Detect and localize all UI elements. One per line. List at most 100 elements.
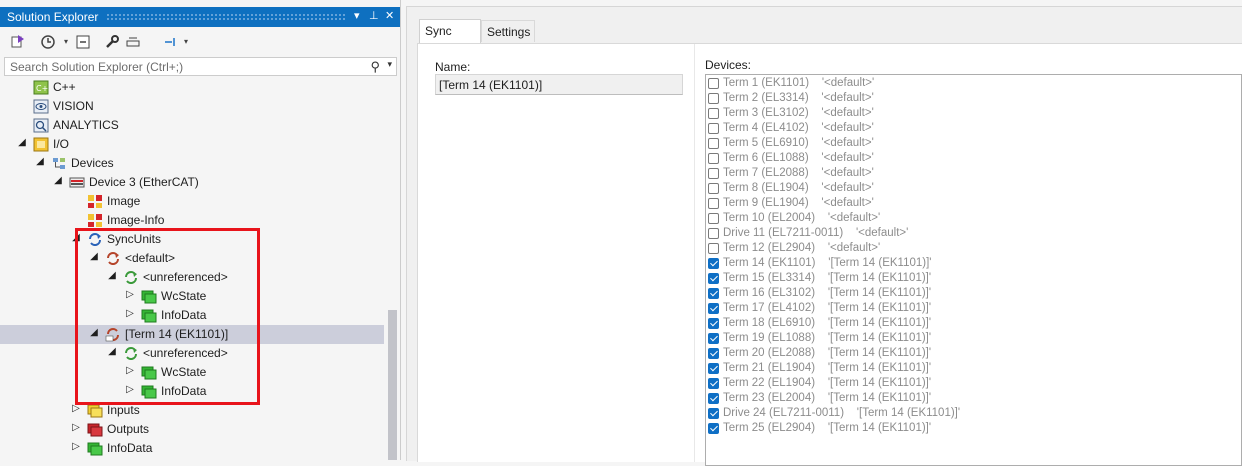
expand-arrow-icon[interactable]: ▷ bbox=[124, 365, 136, 376]
tree-node[interactable]: ◢ <default> bbox=[0, 249, 384, 268]
tree-node[interactable]: ▷ InfoData bbox=[0, 306, 384, 325]
variable-group-icon bbox=[141, 289, 157, 304]
device-checkbox[interactable] bbox=[708, 138, 719, 149]
filter-dropdown-icon[interactable]: ▾ bbox=[178, 34, 194, 50]
tree-node[interactable]: ▷ WcState bbox=[0, 363, 384, 382]
expand-arrow-icon[interactable]: ▷ bbox=[70, 422, 82, 433]
device-checkbox[interactable] bbox=[708, 423, 719, 434]
device-label: Term 6 (EL1088) '<default>' bbox=[723, 152, 874, 164]
tree-node[interactable]: ◢ [Term 14 (EK1101)] bbox=[0, 325, 384, 344]
tree-node[interactable]: Image-Info bbox=[0, 211, 384, 230]
tree-node[interactable]: C+ C++ bbox=[0, 78, 384, 97]
tab-settings[interactable]: Settings bbox=[481, 20, 535, 42]
device-label: Term 4 (EL4102) '<default>' bbox=[723, 122, 874, 134]
variable-group-icon bbox=[141, 308, 157, 323]
properties-wrench-icon[interactable] bbox=[104, 34, 120, 50]
device-label: Term 22 (EL1904) '[Term 14 (EK1101)]' bbox=[723, 377, 932, 389]
variable-group-icon bbox=[141, 365, 157, 380]
tree-node-label: Outputs bbox=[107, 422, 150, 436]
history-icon[interactable] bbox=[40, 34, 56, 50]
device-checkbox[interactable] bbox=[708, 303, 719, 314]
tree-scrollbar[interactable] bbox=[386, 78, 400, 460]
tree-node[interactable]: ▷ Outputs bbox=[0, 420, 384, 439]
device-checkbox[interactable] bbox=[708, 168, 719, 179]
expand-arrow-icon[interactable]: ▷ bbox=[124, 384, 136, 395]
collapse-arrow-icon[interactable]: ◢ bbox=[70, 232, 82, 243]
tree-node[interactable]: ◢ Devices bbox=[0, 154, 384, 173]
window-position-dropdown-icon[interactable]: ▾ bbox=[354, 9, 360, 22]
pending-changes-filter-icon[interactable] bbox=[162, 34, 178, 50]
device-checkbox[interactable] bbox=[708, 213, 719, 224]
expand-arrow-icon[interactable]: ▷ bbox=[70, 403, 82, 414]
tree-node[interactable]: ▷ WcState bbox=[0, 287, 384, 306]
device-checkbox[interactable] bbox=[708, 108, 719, 119]
device-checkbox[interactable] bbox=[708, 348, 719, 359]
tree-node[interactable]: ▷ InfoData bbox=[0, 382, 384, 401]
io-icon bbox=[33, 137, 49, 152]
collapse-arrow-icon[interactable]: ◢ bbox=[106, 346, 118, 357]
title-grip[interactable] bbox=[106, 13, 346, 21]
history-dropdown-icon[interactable]: ▾ bbox=[58, 34, 74, 50]
device-checkbox[interactable] bbox=[708, 153, 719, 164]
search-options-dropdown-icon[interactable]: ▾ bbox=[387, 59, 392, 70]
collapse-arrow-icon[interactable]: ◢ bbox=[16, 137, 28, 148]
tree-node[interactable]: ◢ SyncUnits bbox=[0, 230, 384, 249]
device-checkbox[interactable] bbox=[708, 378, 719, 389]
device-checkbox[interactable] bbox=[708, 198, 719, 209]
device-label: Term 3 (EL3102) '<default>' bbox=[723, 107, 874, 119]
device-checkbox[interactable] bbox=[708, 393, 719, 404]
name-value: [Term 14 (EK1101)] bbox=[439, 78, 543, 92]
scrollbar-thumb[interactable] bbox=[388, 310, 397, 460]
tree-node[interactable]: ▷ InfoData bbox=[0, 439, 384, 458]
tab-sync-unit[interactable]: Sync Unit bbox=[419, 19, 481, 60]
pin-icon[interactable]: ⊥ bbox=[369, 9, 379, 22]
devices-list[interactable]: Term 1 (EK1101) '<default>' Term 2 (EL331… bbox=[705, 74, 1242, 466]
tree-node-label: [Term 14 (EK1101)] bbox=[125, 327, 229, 341]
tree-node-label: Image-Info bbox=[107, 213, 165, 227]
name-field[interactable]: [Term 14 (EK1101)] bbox=[435, 74, 683, 95]
tree-node[interactable]: ▷ Inputs bbox=[0, 401, 384, 420]
sync-with-document-icon[interactable] bbox=[10, 34, 26, 50]
expand-arrow-icon[interactable]: ▷ bbox=[124, 289, 136, 300]
tree-node[interactable]: ◢ <unreferenced> bbox=[0, 344, 384, 363]
close-icon[interactable]: ✕ bbox=[385, 9, 394, 22]
search-box[interactable]: ⚲ ▾ bbox=[4, 57, 397, 76]
device-label: Term 21 (EL1904) '[Term 14 (EK1101)]' bbox=[723, 362, 932, 374]
collapse-arrow-icon[interactable]: ◢ bbox=[52, 175, 64, 186]
device-checkbox[interactable] bbox=[708, 93, 719, 104]
tree-node-label: SyncUnits bbox=[107, 232, 162, 246]
collapse-arrow-icon[interactable]: ◢ bbox=[106, 270, 118, 281]
collapse-all-icon[interactable] bbox=[75, 34, 91, 50]
device-checkbox[interactable] bbox=[708, 288, 719, 299]
device-checkbox[interactable] bbox=[708, 333, 719, 344]
tree-node[interactable]: ◢ I/O bbox=[0, 135, 384, 154]
expand-arrow-icon[interactable]: ▷ bbox=[70, 441, 82, 452]
tree-node[interactable]: Image bbox=[0, 192, 384, 211]
search-icon[interactable]: ⚲ bbox=[370, 59, 380, 75]
device-label: Term 9 (EL1904) '<default>' bbox=[723, 197, 874, 209]
device-checkbox[interactable] bbox=[708, 318, 719, 329]
device-checkbox[interactable] bbox=[708, 243, 719, 254]
solution-explorer-panel: Solution Explorer ▾ ⊥ ✕ ▾ ▾ ⚲ ▾ C+C++VIS bbox=[0, 0, 401, 460]
preview-icon[interactable] bbox=[125, 34, 141, 50]
device-checkbox[interactable] bbox=[708, 78, 719, 89]
expand-arrow-icon[interactable]: ▷ bbox=[124, 308, 136, 319]
tree-node[interactable]: ◢ <unreferenced> bbox=[0, 268, 384, 287]
device-checkbox[interactable] bbox=[708, 228, 719, 239]
device-checkbox[interactable] bbox=[708, 183, 719, 194]
device-checkbox[interactable] bbox=[708, 273, 719, 284]
collapse-arrow-icon[interactable]: ◢ bbox=[88, 251, 100, 262]
tree-node[interactable]: ◢ Device 3 (EtherCAT) bbox=[0, 173, 384, 192]
tree-node[interactable]: ANALYTICS bbox=[0, 116, 384, 135]
collapse-arrow-icon[interactable]: ◢ bbox=[34, 156, 46, 167]
tree-node-label: Inputs bbox=[107, 403, 140, 417]
solution-explorer-toolbar: ▾ ▾ bbox=[0, 30, 400, 55]
search-input[interactable] bbox=[5, 58, 370, 75]
device-checkbox[interactable] bbox=[708, 363, 719, 374]
device-label: Term 14 (EK1101) '[Term 14 (EK1101)]' bbox=[723, 257, 932, 269]
device-checkbox[interactable] bbox=[708, 123, 719, 134]
collapse-arrow-icon[interactable]: ◢ bbox=[88, 327, 100, 338]
device-checkbox[interactable] bbox=[708, 258, 719, 269]
tree-node[interactable]: VISION bbox=[0, 97, 384, 116]
device-checkbox[interactable] bbox=[708, 408, 719, 419]
